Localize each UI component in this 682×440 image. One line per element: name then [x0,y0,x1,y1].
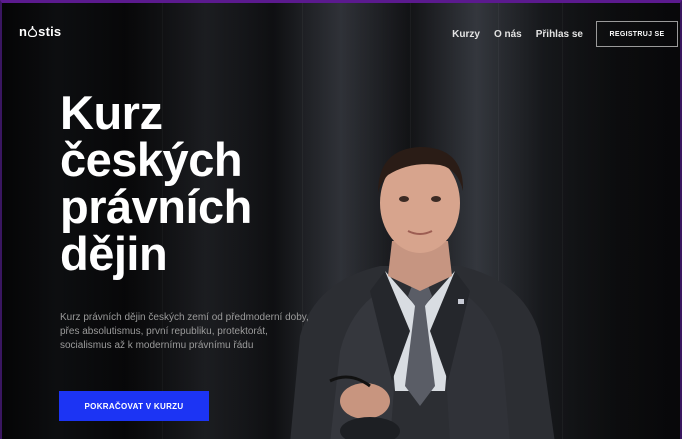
brand-logo[interactable]: n stis [19,24,61,39]
logo-text-start: n [19,24,28,39]
drop-logo-icon [28,26,38,37]
continue-course-button[interactable]: POKRAČOVAT V KURZU [59,391,209,421]
nav-link-courses[interactable]: Kurzy [452,29,480,40]
register-button[interactable]: REGISTRUJ SE [596,21,678,47]
hero-title: Kurz českých právních dějin [60,89,252,277]
man-in-suit-photo [290,147,555,439]
browser-viewport: n stis Kurzy O nás Přihlas se REGISTRUJ … [0,0,682,439]
hero-title-line: Kurz [60,86,163,139]
logo-text-end: stis [38,24,62,39]
hero-title-line: právních [60,180,252,233]
top-navigation: n stis Kurzy O nás Přihlas se REGISTRUJ … [2,13,680,53]
nav-links: Kurzy O nás Přihlas se [452,29,583,40]
nav-link-about[interactable]: O nás [494,29,522,40]
hero-subtitle: Kurz právních dějin českých zemí od před… [60,312,309,351]
nav-link-login[interactable]: Přihlas se [536,29,583,40]
hero-title-line: českých [60,133,243,186]
hero-title-line: dějin [60,227,168,280]
